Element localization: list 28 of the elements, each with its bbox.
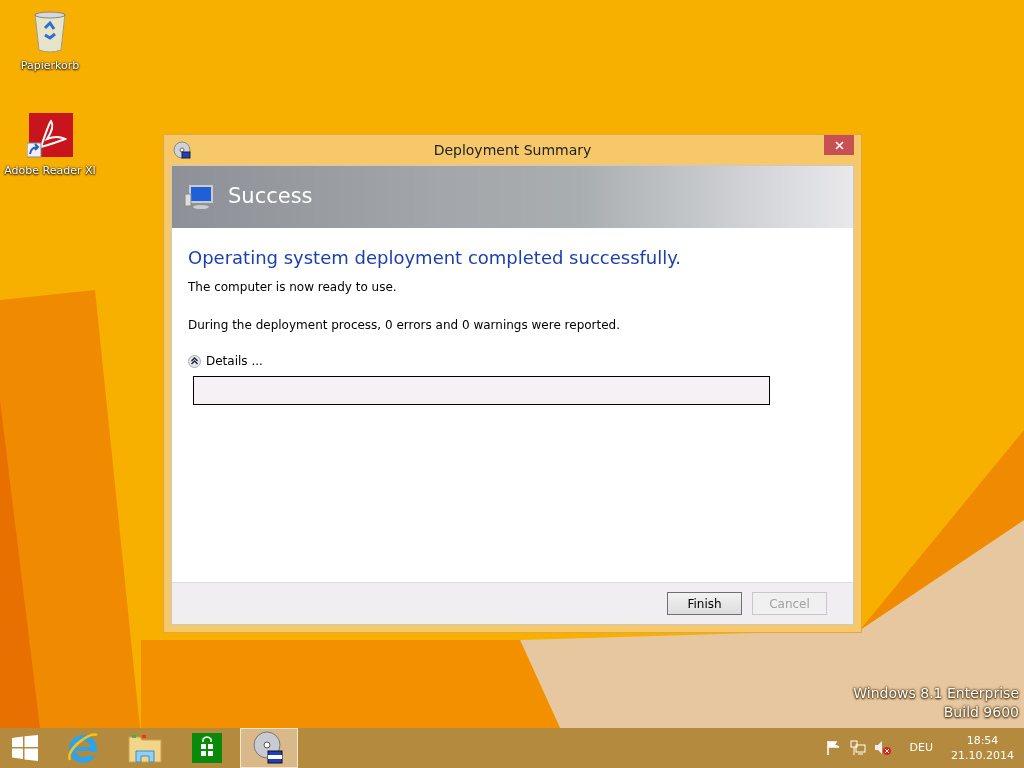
clock[interactable]: 18:54 21.10.2014 — [951, 733, 1014, 763]
folder-icon — [128, 733, 162, 763]
desktop-icon-label[interactable]: Adobe Reader XI — [4, 162, 96, 179]
computer-icon — [184, 184, 214, 210]
window-title: Deployment Summary — [432, 140, 593, 160]
store-bag-icon — [192, 733, 222, 763]
language-indicator[interactable]: DEU — [909, 739, 933, 757]
network-icon[interactable] — [849, 740, 866, 756]
edition-text: Build 9600 — [943, 703, 1019, 722]
flag-icon[interactable] — [825, 740, 842, 756]
close-icon — [834, 140, 844, 150]
taskbar-app-button[interactable] — [240, 728, 298, 768]
dialog-button[interactable]: Finish — [667, 592, 742, 615]
speaker-muted-icon[interactable] — [873, 740, 892, 756]
windows-logo-icon — [12, 735, 38, 761]
summary-text: During the deployment process, 0 errors and 0 warnings were reported. — [188, 317, 622, 334]
banner-title: Success — [228, 183, 313, 211]
desktop-icon-label[interactable]: Papierkorb — [20, 58, 80, 75]
recycle-bin-icon — [32, 10, 68, 54]
edition-text: Windows 8.1 Enterprise — [853, 684, 1019, 703]
close-button[interactable] — [824, 135, 854, 155]
details-toggle[interactable]: Details ... — [188, 352, 853, 370]
browser-e-icon — [67, 732, 99, 764]
heading-text: Operating system deployment completed successfully. — [188, 246, 683, 270]
message-text: The computer is now ready to use. — [188, 279, 398, 296]
pdf-shortcut-icon — [27, 112, 73, 159]
disc-icon — [173, 141, 191, 159]
disc-icon — [252, 731, 286, 765]
